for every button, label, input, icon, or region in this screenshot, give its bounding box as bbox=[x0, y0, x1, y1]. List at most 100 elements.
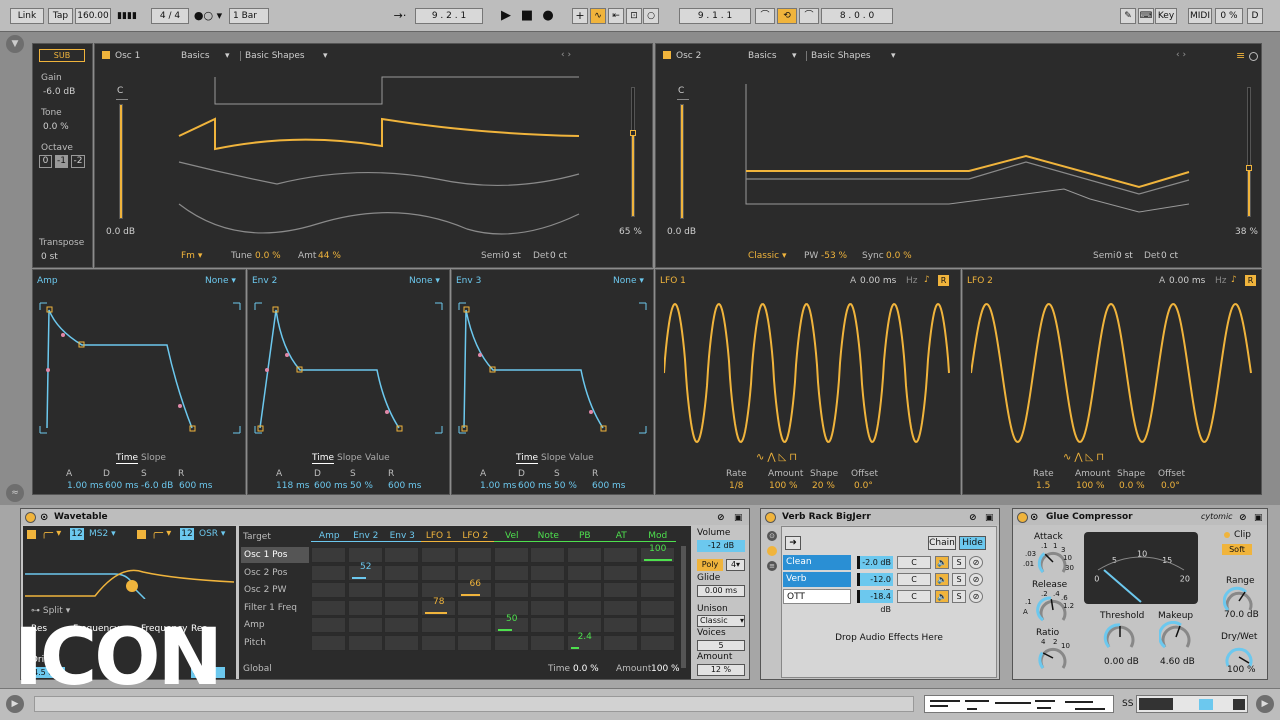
save-preset-icon[interactable]: ▣ bbox=[985, 510, 994, 526]
loop-switch-icon[interactable]: ⟲ bbox=[777, 8, 797, 24]
env-tab-value[interactable]: Value bbox=[569, 453, 594, 463]
lfo2-shape-value[interactable]: 0.0 % bbox=[1119, 481, 1145, 491]
matrix-cell[interactable] bbox=[384, 547, 419, 563]
env-decay-value[interactable]: 600 ms bbox=[105, 481, 139, 491]
matrix-cell[interactable] bbox=[530, 617, 565, 633]
matrix-cell[interactable] bbox=[347, 599, 383, 616]
matrix-cell[interactable] bbox=[639, 599, 675, 616]
lfo1-waveform-display[interactable] bbox=[664, 298, 954, 448]
osc1-gain-value[interactable]: 0.0 dB bbox=[106, 227, 135, 237]
env-tab-slope[interactable]: Slope bbox=[337, 453, 362, 463]
osc2-category-dropdown[interactable]: Basics ▾ bbox=[748, 51, 800, 61]
env-target-dropdown[interactable]: None ▾ bbox=[613, 276, 644, 286]
matrix-cell[interactable] bbox=[457, 599, 492, 616]
osc1-det-value[interactable]: 0 ct bbox=[550, 251, 567, 261]
lfo-shape-icons[interactable]: ∿⋀◺⊓ bbox=[756, 452, 800, 463]
solo-button[interactable]: S bbox=[952, 556, 966, 569]
time-signature-field[interactable]: 4 / 4 bbox=[151, 8, 189, 24]
lfo2-attack-value[interactable]: 0.00 ms bbox=[1169, 276, 1205, 286]
chain-pan[interactable]: C bbox=[897, 590, 931, 603]
env-decay-value[interactable]: 600 ms bbox=[314, 481, 348, 491]
osc1-wavetable-display[interactable] bbox=[177, 74, 583, 244]
devices-toggle-icon[interactable]: ≡ bbox=[767, 561, 777, 571]
poly-voices-dropdown[interactable]: 4▾ bbox=[726, 559, 745, 571]
speaker-icon[interactable]: 🔈 bbox=[935, 590, 949, 603]
link-button[interactable]: Link bbox=[10, 8, 44, 24]
matrix-target-row[interactable]: Osc 1 Pos bbox=[241, 547, 309, 563]
env-release-value[interactable]: 600 ms bbox=[388, 481, 422, 491]
range-value[interactable]: 70.0 dB bbox=[1224, 610, 1259, 620]
filter1-type-icon[interactable]: ╭─ ▾ bbox=[41, 528, 61, 539]
matrix-cell[interactable] bbox=[603, 634, 638, 651]
osc2-pw-value[interactable]: -53 % bbox=[821, 251, 847, 261]
filter1-circuit-dropdown[interactable]: MS2 ▾ bbox=[89, 529, 116, 539]
hot-swap-icon[interactable]: ⊘ bbox=[969, 573, 983, 586]
matrix-target-row[interactable]: Pitch bbox=[241, 635, 309, 651]
speaker-icon[interactable]: 🔈 bbox=[935, 556, 949, 569]
env-tab-time[interactable]: Time bbox=[516, 453, 539, 464]
lfo-shape-icons[interactable]: ∿⋀◺⊓ bbox=[1063, 452, 1107, 463]
hot-swap-icon[interactable]: ⊘ bbox=[969, 556, 983, 569]
env-target-dropdown[interactable]: None ▾ bbox=[205, 276, 236, 286]
chain-name[interactable]: OTT bbox=[783, 589, 851, 604]
matrix-cell[interactable] bbox=[384, 564, 419, 581]
fold-icon[interactable]: ⊙ bbox=[1030, 510, 1038, 526]
global-time-value[interactable]: 0.0 % bbox=[573, 664, 599, 674]
osc1-fx-mode-dropdown[interactable]: Fm ▾ bbox=[181, 251, 202, 261]
filter2-circuit-dropdown[interactable]: OSR ▾ bbox=[199, 529, 225, 539]
lfo2-hz-button[interactable]: Hz bbox=[1215, 276, 1227, 286]
matrix-cell[interactable] bbox=[493, 634, 529, 651]
osc2-title[interactable]: Osc 2 bbox=[663, 51, 701, 61]
punch-out-icon[interactable]: ⌒ bbox=[799, 8, 819, 24]
matrix-cell[interactable] bbox=[530, 547, 565, 563]
env-attack-value[interactable]: 1.00 ms bbox=[480, 481, 516, 491]
hide-button[interactable]: Hide bbox=[959, 536, 986, 550]
amp-envelope-graph[interactable] bbox=[37, 300, 243, 436]
env-release-value[interactable]: 600 ms bbox=[592, 481, 626, 491]
osc2-level-slider[interactable] bbox=[1246, 87, 1252, 217]
keyboard-icon[interactable]: ⌨ bbox=[1138, 8, 1154, 24]
device-power-icon[interactable] bbox=[25, 511, 36, 527]
transpose-value[interactable]: 0 st bbox=[41, 252, 58, 262]
note-icon[interactable]: ♪ bbox=[924, 275, 930, 285]
device-power-icon[interactable] bbox=[1017, 511, 1028, 527]
osc2-wavetable-dropdown[interactable]: Basic Shapes ▾ bbox=[806, 51, 898, 61]
matrix-cell[interactable] bbox=[311, 599, 346, 616]
detail-view-toggle-icon[interactable]: ▶ bbox=[1256, 695, 1274, 713]
view-toggle-icon[interactable] bbox=[1249, 52, 1258, 61]
osc2-det-value[interactable]: 0 ct bbox=[1161, 251, 1178, 261]
matrix-cell[interactable] bbox=[311, 582, 346, 598]
glide-value[interactable]: 0.00 ms bbox=[697, 585, 745, 597]
hot-swap-icon[interactable]: ⊘ bbox=[717, 510, 725, 526]
matrix-cell[interactable] bbox=[493, 564, 529, 581]
matrix-cell[interactable] bbox=[603, 564, 638, 581]
ratio-knob[interactable]: 4 2 10 bbox=[1023, 634, 1083, 676]
osc1-amt-value[interactable]: 44 % bbox=[318, 251, 341, 261]
octave-minus2-button[interactable]: -2 bbox=[71, 155, 85, 168]
matrix-cell[interactable] bbox=[603, 599, 638, 616]
lfo1-rate-value[interactable]: 1/8 bbox=[729, 481, 743, 491]
osc2-wavetable-display[interactable] bbox=[744, 74, 1194, 244]
matrix-cell[interactable] bbox=[311, 564, 346, 581]
filter2-type-icon[interactable]: ╭─ ▾ bbox=[151, 528, 171, 539]
env-attack-value[interactable]: 118 ms bbox=[276, 481, 310, 491]
osc1-level-value[interactable]: 65 % bbox=[619, 227, 642, 237]
matrix-cell[interactable] bbox=[530, 599, 565, 616]
matrix-cell[interactable] bbox=[347, 617, 383, 633]
collapse-mid-icon[interactable]: ≈ bbox=[6, 484, 24, 502]
makeup-knob[interactable] bbox=[1159, 621, 1193, 653]
play-icon[interactable]: ▶ bbox=[498, 8, 514, 24]
env-tab-value[interactable]: Value bbox=[365, 453, 390, 463]
matrix-cell[interactable] bbox=[457, 617, 492, 633]
automation-arm-icon[interactable]: ∿ bbox=[590, 8, 606, 24]
matrix-cell[interactable] bbox=[530, 582, 565, 598]
matrix-cell-value[interactable]: 78 bbox=[421, 597, 458, 607]
chain-name[interactable]: Clean bbox=[783, 555, 851, 570]
env2-graph[interactable] bbox=[252, 300, 447, 436]
tempo-field[interactable]: 160.00 bbox=[75, 8, 111, 24]
matrix-target-row[interactable]: Osc 2 PW bbox=[241, 582, 309, 598]
osc2-semi-value[interactable]: 0 st bbox=[1116, 251, 1133, 261]
record-icon[interactable]: ● bbox=[540, 8, 556, 24]
tap-button[interactable]: Tap bbox=[48, 8, 73, 24]
matrix-cell[interactable] bbox=[566, 599, 602, 616]
